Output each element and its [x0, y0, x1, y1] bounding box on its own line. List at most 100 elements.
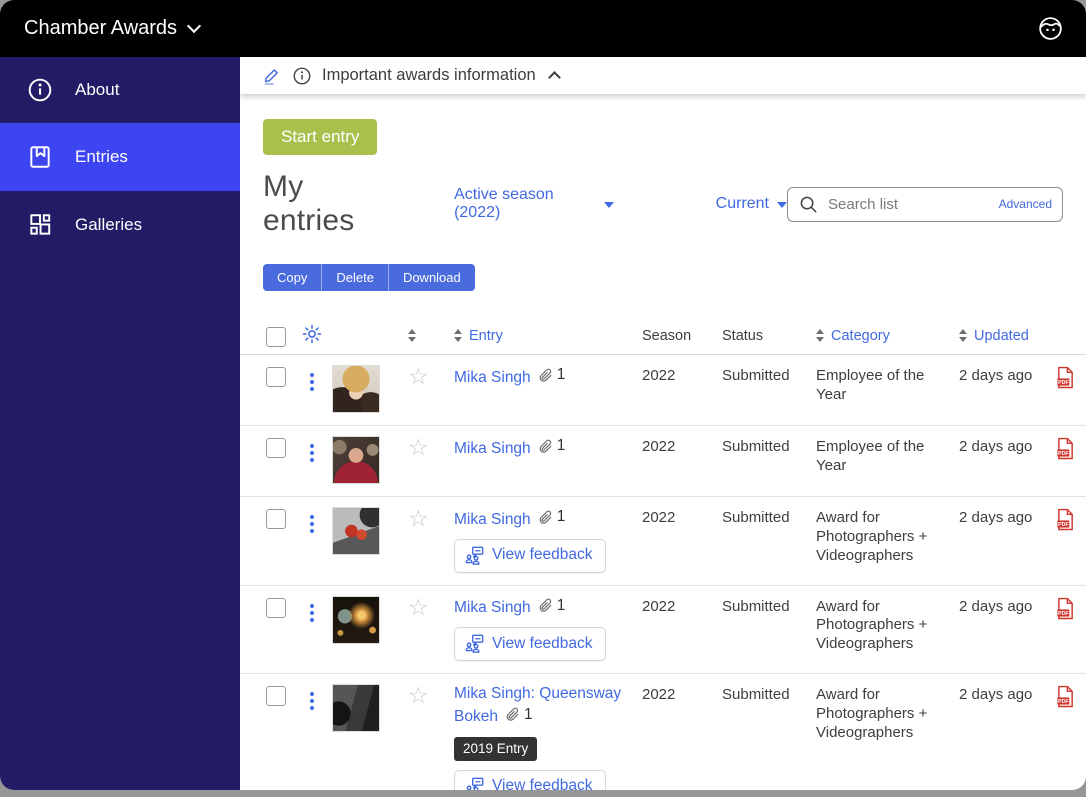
- updated-cell: 2 days ago: [959, 686, 1033, 704]
- account-menu-button[interactable]: [1037, 15, 1064, 42]
- svg-text:PDF: PDF: [1058, 380, 1069, 386]
- favorite-star-icon[interactable]: [408, 365, 429, 387]
- season-filter-dropdown[interactable]: Active season (2022): [454, 186, 614, 222]
- row-menu-kebab-icon[interactable]: [309, 444, 315, 462]
- entry-link[interactable]: Mika Singh: [454, 511, 531, 528]
- attachment-count: 1: [556, 437, 566, 454]
- entries-table-body: Mika Singh 1 2022 Submitted Employee of t…: [240, 355, 1086, 790]
- updated-cell: 2 days ago: [959, 438, 1033, 455]
- attachment-indicator: 1: [538, 365, 565, 385]
- pdf-download-icon[interactable]: PDF: [1047, 436, 1086, 465]
- row-menu-kebab-icon[interactable]: [309, 373, 315, 391]
- paperclip-icon: [506, 707, 519, 721]
- edit-pencil-icon[interactable]: [262, 66, 282, 86]
- favorite-star-icon[interactable]: [408, 596, 429, 618]
- main-content: Important awards information Start entry…: [240, 57, 1086, 790]
- category-cell: Employee of the Year: [816, 367, 925, 403]
- view-feedback-button[interactable]: View feedback: [454, 538, 606, 573]
- table-row: Mika Singh: Queensway Bokeh1 2019 Entry …: [240, 674, 1086, 790]
- delete-button[interactable]: Delete: [322, 264, 389, 291]
- sort-arrows-icon: [408, 329, 416, 342]
- column-header-entry[interactable]: Entry: [454, 328, 642, 344]
- app-title: Chamber Awards: [24, 17, 178, 39]
- status-cell: Submitted: [722, 438, 790, 455]
- entry-thumbnail[interactable]: [332, 365, 380, 413]
- search-icon: [800, 196, 817, 212]
- favorite-star-icon[interactable]: [408, 684, 429, 706]
- season-cell: 2022: [642, 438, 676, 455]
- entry-link[interactable]: Mika Singh: [454, 599, 531, 616]
- triangle-down-icon: [777, 202, 787, 208]
- pdf-download-icon[interactable]: PDF: [1047, 596, 1086, 625]
- user-face-icon: [1039, 17, 1062, 40]
- row-checkbox[interactable]: [266, 509, 286, 529]
- paperclip-icon: [539, 439, 552, 453]
- entry-thumbnail[interactable]: [332, 684, 380, 733]
- copy-button[interactable]: Copy: [263, 264, 323, 291]
- info-icon: [27, 77, 53, 103]
- updated-cell: 2 days ago: [959, 367, 1033, 384]
- row-menu-kebab-icon[interactable]: [309, 515, 315, 533]
- pdf-download-icon[interactable]: PDF: [1047, 507, 1086, 536]
- sort-star-column[interactable]: [408, 329, 454, 342]
- svg-text:PDF: PDF: [1058, 699, 1069, 705]
- season-cell: 2022: [642, 509, 676, 526]
- advanced-search-link[interactable]: Advanced: [999, 197, 1052, 211]
- row-checkbox[interactable]: [266, 597, 286, 618]
- pdf-download-icon[interactable]: PDF: [1047, 365, 1086, 394]
- sidebar-item-galleries[interactable]: Galleries: [0, 191, 240, 259]
- attachment-indicator: 1: [538, 507, 566, 527]
- workspace-switcher[interactable]: Chamber Awards: [24, 17, 202, 40]
- sidebar: About Entries Galleries: [0, 57, 240, 790]
- page-title: My entries: [263, 170, 355, 237]
- collapse-banner-chevron-icon[interactable]: [547, 71, 561, 84]
- pdf-download-icon[interactable]: PDF: [1047, 684, 1086, 713]
- attachment-count: 1: [556, 508, 566, 525]
- entry-link[interactable]: Mika Singh: [454, 369, 531, 386]
- status-cell: Submitted: [722, 686, 790, 704]
- select-all-checkbox[interactable]: [266, 326, 286, 347]
- row-menu-kebab-icon[interactable]: [309, 603, 315, 622]
- column-header-updated[interactable]: Updated: [959, 328, 1047, 344]
- status-cell: Submitted: [722, 597, 790, 615]
- status-cell: Submitted: [722, 367, 790, 384]
- banner-title: Important awards information: [322, 66, 536, 84]
- favorite-star-icon[interactable]: [408, 507, 429, 529]
- paperclip-icon: [539, 598, 552, 612]
- column-header-status: Status: [722, 327, 764, 344]
- paperclip-icon: [539, 510, 552, 524]
- view-filter-dropdown[interactable]: Current: [716, 195, 787, 213]
- entry-thumbnail[interactable]: [332, 595, 380, 644]
- category-cell: Award for Photographers + Videographers: [816, 509, 928, 564]
- view-feedback-button[interactable]: View feedback: [454, 627, 606, 662]
- attachment-count: 1: [556, 596, 566, 614]
- sidebar-item-entries[interactable]: Entries: [0, 123, 240, 191]
- entry-thumbnail[interactable]: [332, 436, 380, 484]
- updated-cell: 2 days ago: [959, 509, 1033, 526]
- row-checkbox[interactable]: [266, 686, 286, 707]
- view-feedback-button[interactable]: View feedback: [454, 769, 606, 790]
- feedback-icon: [466, 777, 484, 790]
- info-icon: [293, 67, 311, 84]
- search-input[interactable]: [826, 194, 991, 214]
- topbar: Chamber Awards: [0, 0, 1086, 57]
- svg-text:PDF: PDF: [1058, 522, 1069, 528]
- download-button[interactable]: Download: [388, 264, 475, 291]
- paperclip-icon: [539, 368, 552, 382]
- column-header-category[interactable]: Category: [816, 328, 959, 344]
- attachment-indicator: 1: [538, 436, 566, 456]
- entry-link[interactable]: Mika Singh: Queensway Bokeh: [454, 685, 621, 725]
- entry-thumbnail[interactable]: [332, 507, 380, 555]
- column-header-season: Season: [642, 327, 692, 344]
- row-menu-kebab-icon[interactable]: [309, 692, 315, 711]
- entry-link[interactable]: Mika Singh: [454, 440, 531, 457]
- svg-text:PDF: PDF: [1058, 451, 1069, 457]
- sidebar-item-about[interactable]: About: [0, 57, 240, 123]
- favorite-star-icon[interactable]: [408, 436, 429, 458]
- triangle-down-icon: [603, 202, 614, 208]
- column-settings-button[interactable]: [296, 323, 332, 349]
- row-checkbox[interactable]: [266, 367, 286, 387]
- row-checkbox[interactable]: [266, 438, 286, 458]
- start-entry-button[interactable]: Start entry: [263, 119, 378, 155]
- table-row: Mika Singh 1 2022 Submitted Employee of t…: [240, 426, 1086, 497]
